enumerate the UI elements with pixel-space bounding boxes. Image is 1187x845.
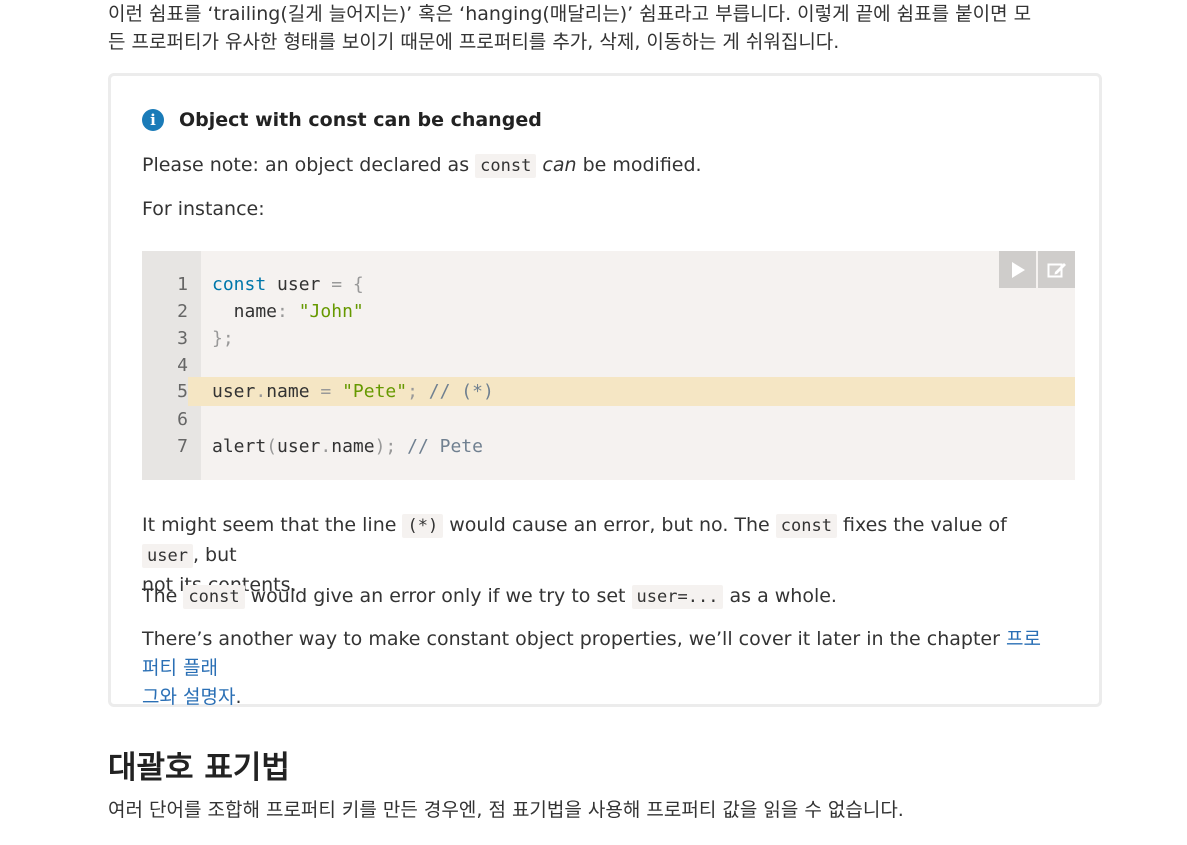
- code-line: 2 name: "John": [142, 298, 1075, 325]
- inline-code-const: const: [183, 585, 245, 609]
- line-number: 4: [177, 355, 188, 376]
- note-paragraph: Please note: an object declared as const…: [142, 151, 1052, 181]
- inline-code-star: (*): [402, 514, 444, 538]
- line-number: 6: [177, 409, 188, 430]
- inline-code-user-assign: user=...: [631, 585, 724, 609]
- run-button[interactable]: [999, 251, 1036, 288]
- note-text-post: be modified.: [582, 154, 702, 176]
- edit-button[interactable]: [1038, 251, 1075, 288]
- explanation-text: It might seem that the line: [142, 514, 397, 536]
- intro-line-2: 든 프로퍼티가 유사한 형태를 보이기 때문에 프로퍼티를 추가, 삭제, 이동…: [108, 31, 840, 53]
- paragraph-text: would give an error only if we try to se…: [250, 585, 626, 607]
- explanation-text: would cause an error, but no. The: [449, 514, 770, 536]
- inline-code-const: const: [475, 154, 537, 178]
- note-emphasis: can: [542, 154, 577, 176]
- intro-paragraph: 이런 쉼표를 ‘trailing(길게 늘어지는)’ 혹은 ‘hanging(매…: [108, 0, 1098, 56]
- line-number: 1: [177, 274, 188, 295]
- inline-code-user: user: [142, 544, 193, 568]
- paragraph-text: .: [235, 686, 242, 708]
- explanation-text: , but: [192, 544, 237, 566]
- info-box-title: Object with const can be changed: [179, 109, 542, 131]
- edit-icon: [1047, 262, 1066, 277]
- code-block: 1 const user = { 2 name: "John" 3 }; 4 5…: [142, 251, 1075, 480]
- inline-code-const: const: [775, 514, 837, 538]
- instance-paragraph: For instance:: [142, 198, 265, 220]
- section-paragraph: 여러 단어를 조합해 프로퍼티 키를 만든 경우엔, 점 표기법을 사용해 프로…: [108, 799, 904, 821]
- code-line: 4: [142, 352, 1075, 379]
- line-number: 3: [177, 328, 188, 349]
- code-line: 3 };: [142, 325, 1075, 352]
- play-icon: [1011, 261, 1025, 278]
- section-heading: 대괄호 표기법: [108, 750, 290, 786]
- info-box-header: i Object with const can be changed: [142, 109, 542, 131]
- code-toolbar: [997, 251, 1075, 288]
- code-line: 7 alert(user.name); // Pete: [142, 433, 1075, 460]
- explanation-text: fixes the value of: [843, 514, 1007, 536]
- line-number: 2: [177, 301, 188, 322]
- chapter-reference-paragraph: There’s another way to make constant obj…: [142, 625, 1052, 712]
- whole-assignment-paragraph: The const would give an error only if we…: [142, 582, 1052, 612]
- note-text-pre: Please note: an object declared as: [142, 154, 470, 176]
- paragraph-text: as a whole.: [729, 585, 837, 607]
- code-line: 1 const user = {: [142, 271, 1075, 298]
- line-number: 5: [142, 377, 188, 406]
- paragraph-text: The: [142, 585, 178, 607]
- code-line-highlighted: 5 user.name = "Pete"; // (*): [142, 377, 1075, 406]
- info-icon: i: [142, 109, 164, 131]
- code-line: 6: [142, 406, 1075, 433]
- intro-line-1: 이런 쉼표를 ‘trailing(길게 늘어지는)’ 혹은 ‘hanging(매…: [108, 3, 1032, 25]
- info-box: i Object with const can be changed Pleas…: [108, 73, 1102, 708]
- line-number: 7: [177, 436, 188, 457]
- chapter-link[interactable]: 그와 설명자: [142, 686, 235, 708]
- paragraph-text: There’s another way to make constant obj…: [142, 628, 1000, 650]
